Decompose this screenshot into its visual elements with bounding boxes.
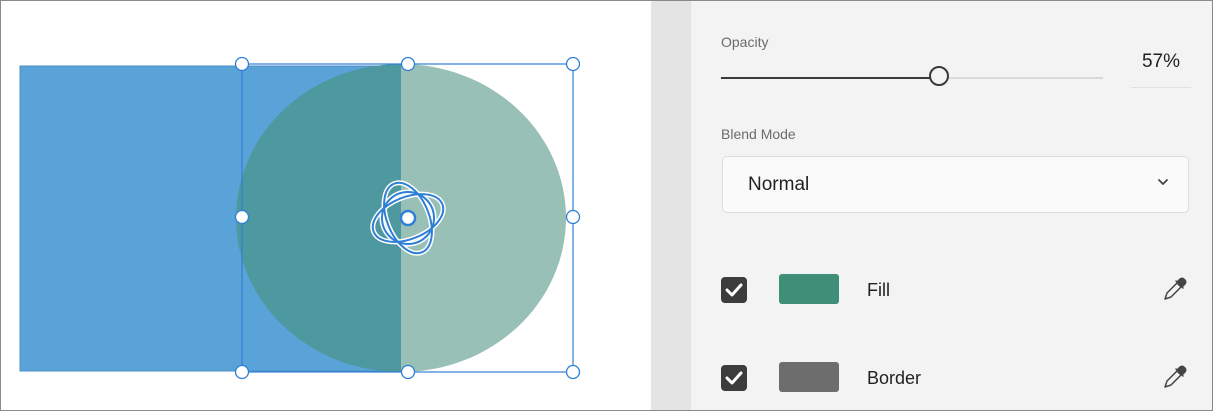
resize-handle-bottom-left[interactable] <box>234 364 250 380</box>
design-canvas[interactable] <box>1 1 651 410</box>
checkmark-icon <box>725 371 743 385</box>
eyedropper-icon[interactable] <box>1161 363 1189 391</box>
blend-mode-value: Normal <box>748 174 810 195</box>
eyedropper-icon[interactable] <box>1161 275 1189 303</box>
opacity-label: Opacity <box>721 34 769 50</box>
resize-handle-top-right[interactable] <box>565 56 581 72</box>
border-checkbox[interactable] <box>721 365 747 391</box>
resize-handle-top-left[interactable] <box>234 56 250 72</box>
fill-color-swatch[interactable] <box>779 274 839 304</box>
resize-handle-left[interactable] <box>234 209 250 225</box>
fill-checkbox[interactable] <box>721 277 747 303</box>
resize-handle-bottom-right[interactable] <box>565 364 581 380</box>
slider-thumb[interactable] <box>929 66 949 86</box>
resize-handle-right[interactable] <box>565 209 581 225</box>
app-window: Opacity 57% Blend Mode Normal Fill Borde… <box>0 0 1213 411</box>
border-row: Border <box>691 359 1212 399</box>
fill-label: Fill <box>867 280 890 300</box>
fill-row: Fill <box>691 271 1212 311</box>
opacity-value-input[interactable]: 57% <box>1131 49 1191 88</box>
canvas-drawing <box>19 56 581 380</box>
panel-divider[interactable] <box>651 1 691 410</box>
resize-handle-top[interactable] <box>400 56 416 72</box>
border-label: Border <box>867 368 922 388</box>
resize-handle-bottom[interactable] <box>400 364 416 380</box>
checkmark-icon <box>725 283 743 297</box>
slider-fill <box>721 77 939 79</box>
circle-shape[interactable] <box>401 64 566 372</box>
slider-track[interactable] <box>721 77 1103 79</box>
blend-mode-label: Blend Mode <box>721 126 796 142</box>
border-color-swatch[interactable] <box>779 362 839 392</box>
chevron-down-icon <box>1158 179 1168 185</box>
properties-panel: Opacity 57% Blend Mode Normal Fill Borde… <box>691 1 1212 410</box>
blend-mode-dropdown[interactable]: Normal <box>722 156 1189 213</box>
